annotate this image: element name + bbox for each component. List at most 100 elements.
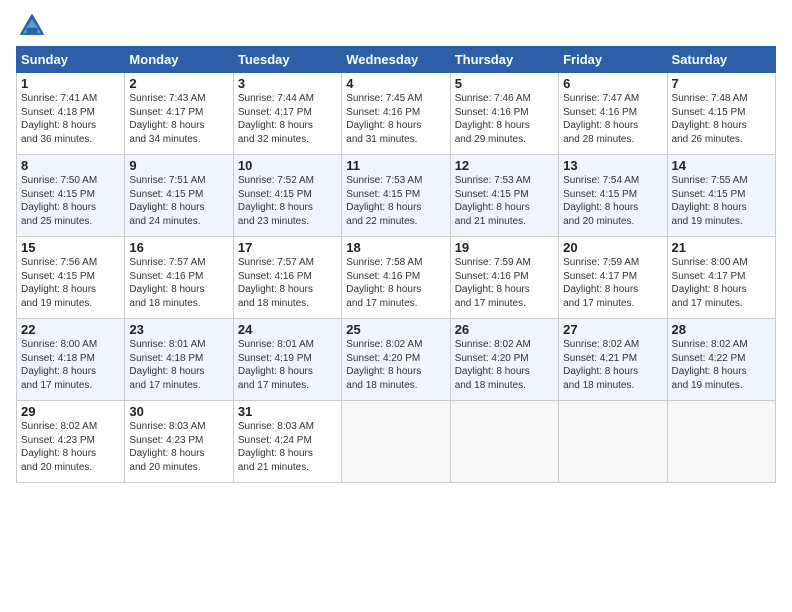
day-info: Sunrise: 7:43 AMSunset: 4:17 PMDaylight:… bbox=[129, 92, 228, 146]
day-info: Sunrise: 7:44 AMSunset: 4:17 PMDaylight:… bbox=[238, 92, 337, 146]
calendar-cell: 28Sunrise: 8:02 AMSunset: 4:22 PMDayligh… bbox=[667, 319, 775, 401]
calendar-cell: 3Sunrise: 7:44 AMSunset: 4:17 PMDaylight… bbox=[233, 73, 341, 155]
weekday-header-sunday: Sunday bbox=[17, 47, 125, 73]
day-info: Sunrise: 7:58 AMSunset: 4:16 PMDaylight:… bbox=[346, 256, 445, 310]
day-info: Sunrise: 8:01 AMSunset: 4:19 PMDaylight:… bbox=[238, 338, 337, 392]
calendar-cell: 6Sunrise: 7:47 AMSunset: 4:16 PMDaylight… bbox=[559, 73, 667, 155]
day-number: 26 bbox=[455, 322, 554, 337]
calendar-cell bbox=[559, 401, 667, 483]
calendar-cell: 7Sunrise: 7:48 AMSunset: 4:15 PMDaylight… bbox=[667, 73, 775, 155]
day-info: Sunrise: 7:55 AMSunset: 4:15 PMDaylight:… bbox=[672, 174, 771, 228]
calendar-cell: 23Sunrise: 8:01 AMSunset: 4:18 PMDayligh… bbox=[125, 319, 233, 401]
day-number: 25 bbox=[346, 322, 445, 337]
calendar-cell: 2Sunrise: 7:43 AMSunset: 4:17 PMDaylight… bbox=[125, 73, 233, 155]
calendar-header: SundayMondayTuesdayWednesdayThursdayFrid… bbox=[17, 47, 776, 73]
day-number: 4 bbox=[346, 76, 445, 91]
calendar-cell: 15Sunrise: 7:56 AMSunset: 4:15 PMDayligh… bbox=[17, 237, 125, 319]
day-info: Sunrise: 8:00 AMSunset: 4:17 PMDaylight:… bbox=[672, 256, 771, 310]
calendar-cell: 4Sunrise: 7:45 AMSunset: 4:16 PMDaylight… bbox=[342, 73, 450, 155]
weekday-header-thursday: Thursday bbox=[450, 47, 558, 73]
calendar-cell: 5Sunrise: 7:46 AMSunset: 4:16 PMDaylight… bbox=[450, 73, 558, 155]
day-number: 22 bbox=[21, 322, 120, 337]
day-info: Sunrise: 7:45 AMSunset: 4:16 PMDaylight:… bbox=[346, 92, 445, 146]
day-info: Sunrise: 7:51 AMSunset: 4:15 PMDaylight:… bbox=[129, 174, 228, 228]
calendar-week-row: 15Sunrise: 7:56 AMSunset: 4:15 PMDayligh… bbox=[17, 237, 776, 319]
calendar-body: 1Sunrise: 7:41 AMSunset: 4:18 PMDaylight… bbox=[17, 73, 776, 483]
day-info: Sunrise: 8:02 AMSunset: 4:23 PMDaylight:… bbox=[21, 420, 120, 474]
day-number: 14 bbox=[672, 158, 771, 173]
calendar-week-row: 8Sunrise: 7:50 AMSunset: 4:15 PMDaylight… bbox=[17, 155, 776, 237]
day-number: 3 bbox=[238, 76, 337, 91]
calendar-cell: 14Sunrise: 7:55 AMSunset: 4:15 PMDayligh… bbox=[667, 155, 775, 237]
calendar-cell: 22Sunrise: 8:00 AMSunset: 4:18 PMDayligh… bbox=[17, 319, 125, 401]
day-number: 6 bbox=[563, 76, 662, 91]
calendar-cell: 10Sunrise: 7:52 AMSunset: 4:15 PMDayligh… bbox=[233, 155, 341, 237]
weekday-header-row: SundayMondayTuesdayWednesdayThursdayFrid… bbox=[17, 47, 776, 73]
day-number: 28 bbox=[672, 322, 771, 337]
calendar-cell: 29Sunrise: 8:02 AMSunset: 4:23 PMDayligh… bbox=[17, 401, 125, 483]
day-info: Sunrise: 7:57 AMSunset: 4:16 PMDaylight:… bbox=[129, 256, 228, 310]
weekday-header-monday: Monday bbox=[125, 47, 233, 73]
calendar-cell bbox=[450, 401, 558, 483]
calendar-cell: 27Sunrise: 8:02 AMSunset: 4:21 PMDayligh… bbox=[559, 319, 667, 401]
day-info: Sunrise: 8:03 AMSunset: 4:24 PMDaylight:… bbox=[238, 420, 337, 474]
day-number: 23 bbox=[129, 322, 228, 337]
day-info: Sunrise: 7:48 AMSunset: 4:15 PMDaylight:… bbox=[672, 92, 771, 146]
day-number: 31 bbox=[238, 404, 337, 419]
day-info: Sunrise: 7:59 AMSunset: 4:16 PMDaylight:… bbox=[455, 256, 554, 310]
day-info: Sunrise: 8:00 AMSunset: 4:18 PMDaylight:… bbox=[21, 338, 120, 392]
day-number: 15 bbox=[21, 240, 120, 255]
calendar-cell: 1Sunrise: 7:41 AMSunset: 4:18 PMDaylight… bbox=[17, 73, 125, 155]
day-info: Sunrise: 8:03 AMSunset: 4:23 PMDaylight:… bbox=[129, 420, 228, 474]
calendar-cell: 16Sunrise: 7:57 AMSunset: 4:16 PMDayligh… bbox=[125, 237, 233, 319]
calendar-cell: 26Sunrise: 8:02 AMSunset: 4:20 PMDayligh… bbox=[450, 319, 558, 401]
weekday-header-saturday: Saturday bbox=[667, 47, 775, 73]
day-number: 12 bbox=[455, 158, 554, 173]
weekday-header-wednesday: Wednesday bbox=[342, 47, 450, 73]
page-container: SundayMondayTuesdayWednesdayThursdayFrid… bbox=[0, 0, 792, 493]
day-info: Sunrise: 7:53 AMSunset: 4:15 PMDaylight:… bbox=[346, 174, 445, 228]
day-info: Sunrise: 7:46 AMSunset: 4:16 PMDaylight:… bbox=[455, 92, 554, 146]
day-info: Sunrise: 8:02 AMSunset: 4:20 PMDaylight:… bbox=[455, 338, 554, 392]
calendar-cell: 8Sunrise: 7:50 AMSunset: 4:15 PMDaylight… bbox=[17, 155, 125, 237]
calendar-cell bbox=[342, 401, 450, 483]
day-info: Sunrise: 7:57 AMSunset: 4:16 PMDaylight:… bbox=[238, 256, 337, 310]
calendar-cell: 18Sunrise: 7:58 AMSunset: 4:16 PMDayligh… bbox=[342, 237, 450, 319]
day-info: Sunrise: 7:41 AMSunset: 4:18 PMDaylight:… bbox=[21, 92, 120, 146]
header bbox=[16, 10, 776, 42]
day-number: 21 bbox=[672, 240, 771, 255]
logo-icon bbox=[16, 10, 48, 42]
calendar-cell: 21Sunrise: 8:00 AMSunset: 4:17 PMDayligh… bbox=[667, 237, 775, 319]
day-number: 30 bbox=[129, 404, 228, 419]
day-info: Sunrise: 7:59 AMSunset: 4:17 PMDaylight:… bbox=[563, 256, 662, 310]
weekday-header-friday: Friday bbox=[559, 47, 667, 73]
calendar-cell: 17Sunrise: 7:57 AMSunset: 4:16 PMDayligh… bbox=[233, 237, 341, 319]
day-number: 5 bbox=[455, 76, 554, 91]
day-number: 19 bbox=[455, 240, 554, 255]
calendar-cell: 12Sunrise: 7:53 AMSunset: 4:15 PMDayligh… bbox=[450, 155, 558, 237]
day-info: Sunrise: 7:53 AMSunset: 4:15 PMDaylight:… bbox=[455, 174, 554, 228]
calendar-cell: 31Sunrise: 8:03 AMSunset: 4:24 PMDayligh… bbox=[233, 401, 341, 483]
day-info: Sunrise: 7:50 AMSunset: 4:15 PMDaylight:… bbox=[21, 174, 120, 228]
day-info: Sunrise: 7:56 AMSunset: 4:15 PMDaylight:… bbox=[21, 256, 120, 310]
calendar-week-row: 1Sunrise: 7:41 AMSunset: 4:18 PMDaylight… bbox=[17, 73, 776, 155]
calendar-week-row: 29Sunrise: 8:02 AMSunset: 4:23 PMDayligh… bbox=[17, 401, 776, 483]
calendar-cell bbox=[667, 401, 775, 483]
day-number: 16 bbox=[129, 240, 228, 255]
day-info: Sunrise: 8:02 AMSunset: 4:21 PMDaylight:… bbox=[563, 338, 662, 392]
day-number: 17 bbox=[238, 240, 337, 255]
calendar-cell: 25Sunrise: 8:02 AMSunset: 4:20 PMDayligh… bbox=[342, 319, 450, 401]
calendar-cell: 19Sunrise: 7:59 AMSunset: 4:16 PMDayligh… bbox=[450, 237, 558, 319]
day-info: Sunrise: 7:52 AMSunset: 4:15 PMDaylight:… bbox=[238, 174, 337, 228]
day-number: 27 bbox=[563, 322, 662, 337]
day-number: 20 bbox=[563, 240, 662, 255]
day-number: 13 bbox=[563, 158, 662, 173]
day-number: 18 bbox=[346, 240, 445, 255]
day-info: Sunrise: 8:02 AMSunset: 4:22 PMDaylight:… bbox=[672, 338, 771, 392]
day-number: 11 bbox=[346, 158, 445, 173]
day-info: Sunrise: 7:54 AMSunset: 4:15 PMDaylight:… bbox=[563, 174, 662, 228]
day-number: 29 bbox=[21, 404, 120, 419]
calendar-cell: 11Sunrise: 7:53 AMSunset: 4:15 PMDayligh… bbox=[342, 155, 450, 237]
day-info: Sunrise: 8:02 AMSunset: 4:20 PMDaylight:… bbox=[346, 338, 445, 392]
day-number: 10 bbox=[238, 158, 337, 173]
